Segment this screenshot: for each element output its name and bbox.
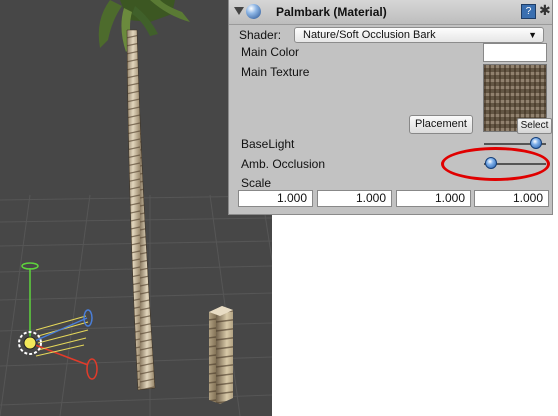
material-title: Palmbark (Material)	[276, 5, 387, 19]
shader-label: Shader:	[239, 28, 282, 42]
stump	[209, 306, 233, 404]
inspector-header: Palmbark (Material) ? ✱	[229, 0, 552, 25]
scale-field-4[interactable]: 1.000	[474, 190, 549, 207]
placement-button[interactable]: Placement	[409, 115, 473, 134]
baselight-label: BaseLight	[241, 137, 295, 151]
scale-field-2[interactable]: 1.000	[317, 190, 392, 207]
scale-field-3[interactable]: 1.000	[396, 190, 471, 207]
highlight-annotation	[441, 147, 550, 181]
light-gizmo[interactable]	[18, 262, 98, 380]
material-sphere-icon	[246, 4, 261, 19]
texture-select-button[interactable]: Select	[517, 118, 552, 134]
palm-trunk	[126, 29, 156, 391]
scale-label: Scale	[241, 176, 272, 190]
collapse-triangle-icon[interactable]	[234, 7, 244, 15]
dropdown-arrow-icon: ▼	[528, 30, 537, 40]
gear-icon[interactable]: ✱	[539, 2, 551, 19]
shader-dropdown[interactable]: Nature/Soft Occlusion Bark ▼	[294, 27, 544, 43]
main-texture-label: Main Texture	[241, 65, 310, 79]
main-color-swatch[interactable]	[483, 43, 547, 62]
shader-dropdown-value: Nature/Soft Occlusion Bark	[303, 29, 436, 41]
main-color-label: Main Color	[241, 45, 300, 59]
baselight-slider-knob[interactable]	[530, 137, 542, 149]
palm-fronds	[98, 0, 190, 52]
help-icon[interactable]: ?	[521, 4, 536, 19]
material-inspector: Palmbark (Material) ? ✱ Shader: Nature/S…	[228, 0, 553, 215]
amb-occlusion-label: Amb. Occlusion	[241, 157, 326, 171]
scale-field-1[interactable]: 1.000	[238, 190, 313, 207]
